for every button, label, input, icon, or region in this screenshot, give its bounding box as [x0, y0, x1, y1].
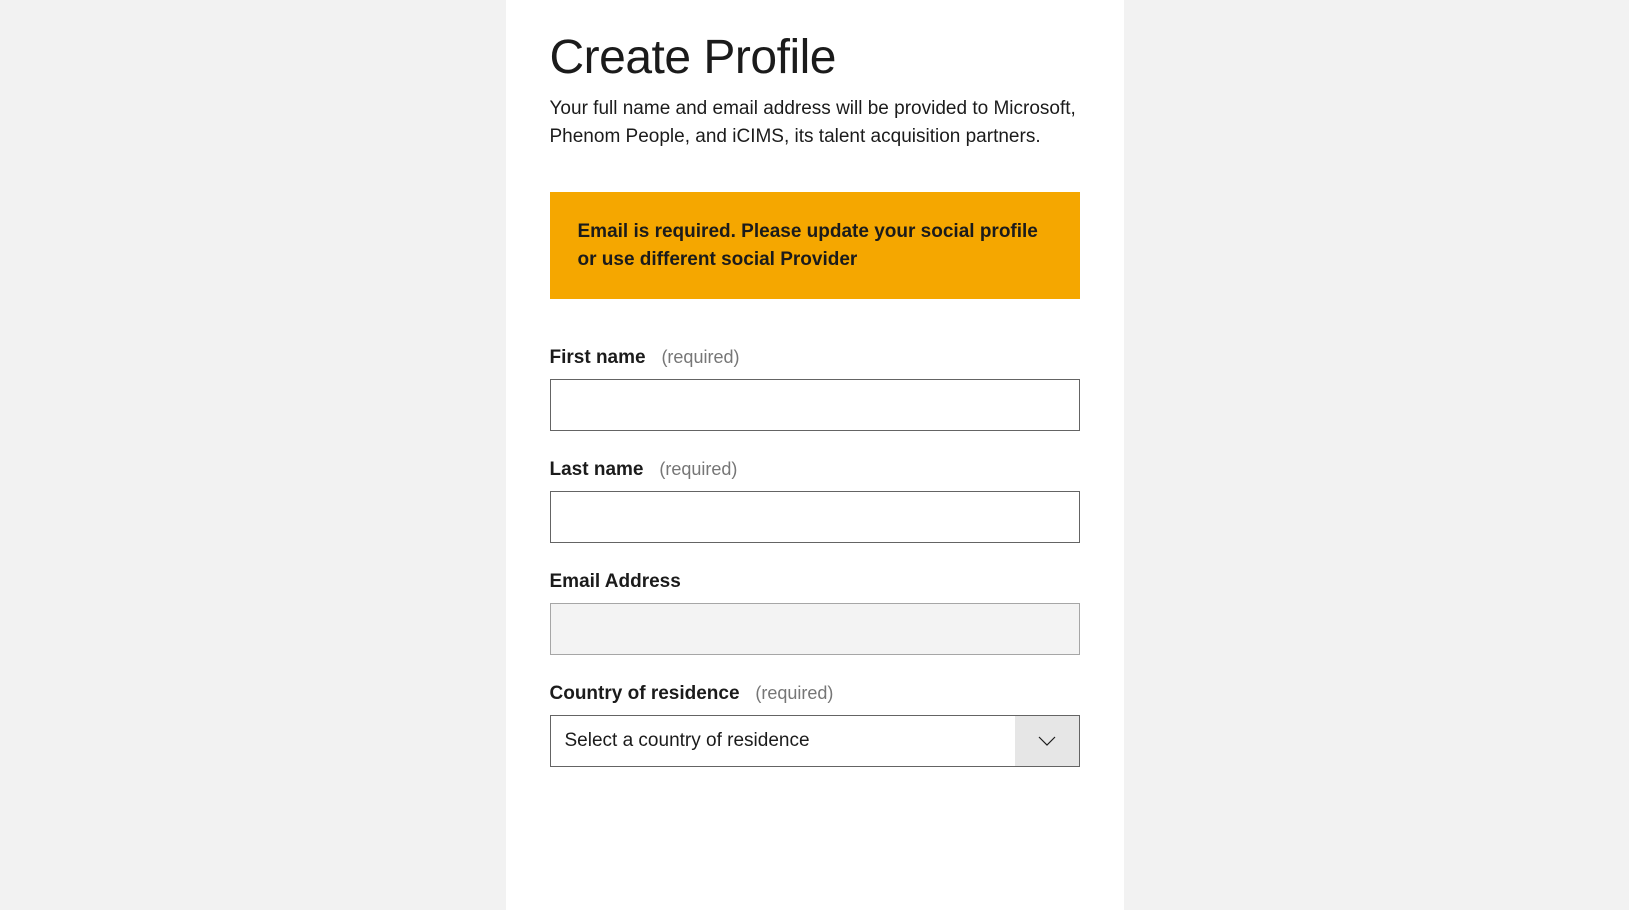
alert-message: Email is required. Please update your so…	[578, 218, 1052, 273]
last-name-required	[649, 459, 660, 480]
country-required-text: (required)	[755, 683, 833, 703]
first-name-input[interactable]	[550, 379, 1080, 431]
last-name-label: Last name (required)	[550, 459, 1080, 481]
country-select[interactable]: Select a country of residence	[550, 715, 1080, 767]
page-description: Your full name and email address will be…	[550, 95, 1080, 150]
first-name-label: First name (required)	[550, 347, 1080, 369]
country-group: Country of residence (required) Select a…	[550, 683, 1080, 767]
first-name-label-text: First name	[550, 347, 646, 368]
last-name-input[interactable]	[550, 491, 1080, 543]
country-label-text: Country of residence	[550, 683, 740, 704]
last-name-label-text: Last name	[550, 459, 644, 480]
last-name-group: Last name (required)	[550, 459, 1080, 543]
email-label: Email Address	[550, 571, 1080, 593]
first-name-required	[651, 347, 662, 368]
email-group: Email Address	[550, 571, 1080, 655]
form-container: Create Profile Your full name and email …	[506, 0, 1124, 910]
alert-warning: Email is required. Please update your so…	[550, 192, 1080, 299]
country-label: Country of residence (required)	[550, 683, 1080, 705]
first-name-required-text: (required)	[661, 347, 739, 367]
country-required	[745, 683, 756, 704]
email-label-text: Email Address	[550, 571, 681, 592]
page-title: Create Profile	[550, 30, 1080, 85]
email-input	[550, 603, 1080, 655]
chevron-down-icon	[1015, 716, 1079, 766]
first-name-group: First name (required)	[550, 347, 1080, 431]
country-select-value: Select a country of residence	[551, 730, 1015, 752]
last-name-required-text: (required)	[659, 459, 737, 479]
